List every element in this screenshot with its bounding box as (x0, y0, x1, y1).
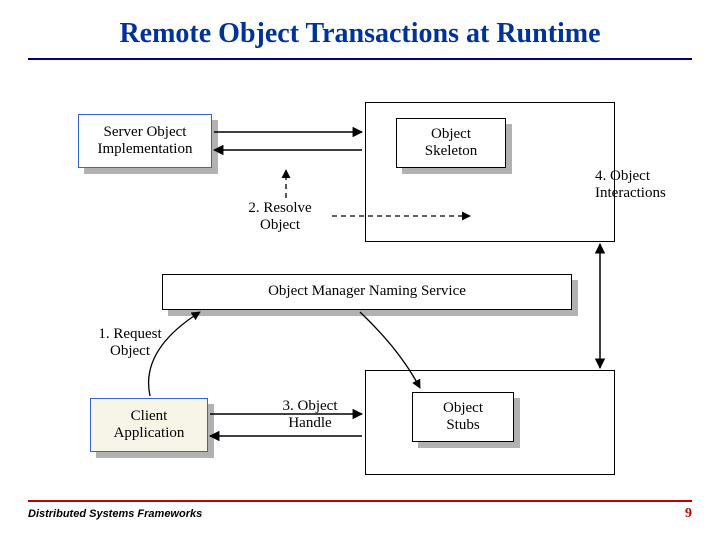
page-number: 9 (685, 506, 692, 522)
skeleton-text: Object Skeleton (425, 126, 478, 161)
title-underline (28, 58, 692, 60)
server-impl-box: Server Object Implementation (78, 114, 212, 168)
manager-text: Object Manager Naming Service (268, 283, 466, 300)
skeleton-box: Object Skeleton (396, 118, 506, 168)
manager-box: Object Manager Naming Service (162, 274, 572, 310)
stubs-box: Object Stubs (412, 392, 514, 442)
server-impl-text: Server Object Implementation (98, 124, 193, 159)
footer-left: Distributed Systems Frameworks (28, 508, 202, 520)
slide-title: Remote Object Transactions at Runtime (0, 18, 720, 50)
client-box: Client Application (90, 398, 208, 452)
step4-label: 4. Object Interactions (595, 168, 705, 203)
step3-label: 3. Object Handle (260, 398, 360, 433)
client-text: Client Application (114, 408, 185, 443)
step1-label: 1. Request Object (80, 326, 180, 361)
slide: Remote Object Transactions at Runtime Se… (0, 0, 720, 540)
footer-rule (28, 500, 692, 502)
stubs-text: Object Stubs (443, 400, 483, 435)
step2-label: 2. Resolve Object (230, 200, 330, 235)
